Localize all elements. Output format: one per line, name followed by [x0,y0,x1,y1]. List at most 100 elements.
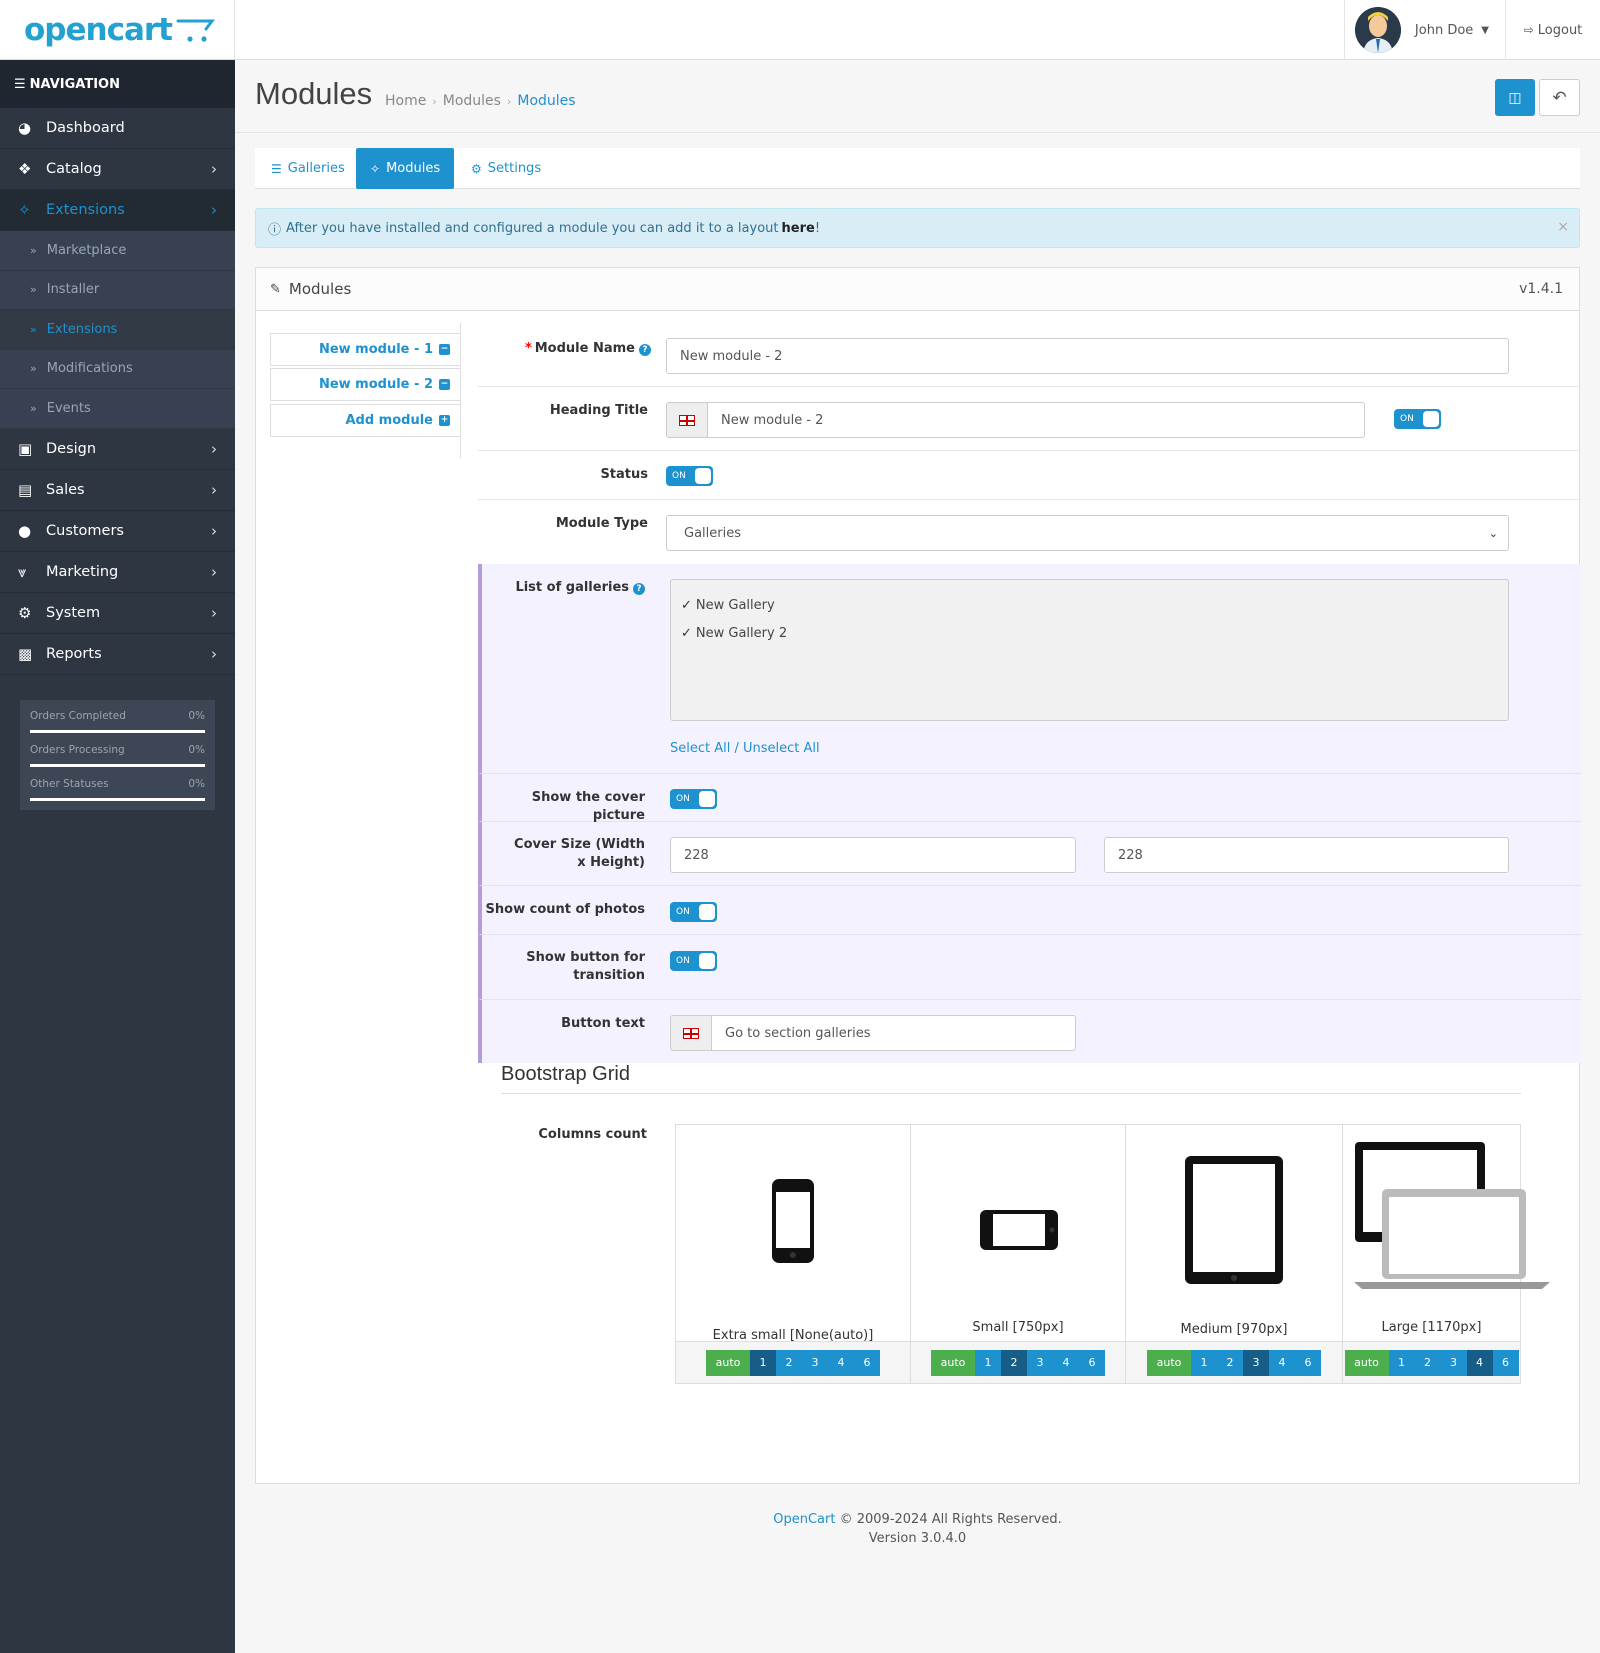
module-type-select[interactable]: Galleries ⌄ [666,515,1509,551]
tab-settings[interactable]: ⚙ Settings [457,148,555,189]
sidebar-subitem-extensions[interactable]: » Extensions [0,310,235,350]
sign-out-icon: ⇨ [1523,23,1534,37]
cover-height-input[interactable]: 228 [1104,837,1509,873]
col-btn-3[interactable]: 3 [802,1349,828,1376]
heading-title-toggle[interactable]: ON [1394,409,1441,429]
chevron-right-icon: › [211,201,217,219]
sidebar-item-sales[interactable]: ▤ Sales › [0,470,235,511]
sidebar-subitem-marketplace[interactable]: » Marketplace [0,231,235,271]
col-btn-auto[interactable]: auto [706,1349,750,1376]
add-module-button[interactable]: Add module + [270,404,460,437]
column-selector: auto 1 2 3 4 6 [676,1341,910,1383]
transition-toggle[interactable]: ON [670,951,717,971]
help-icon: ? [639,344,651,356]
puzzle-icon: ✧ [18,201,31,219]
col-btn-2[interactable]: 2 [1001,1349,1027,1376]
col-btn-3[interactable]: 3 [1440,1349,1467,1376]
col-btn-4[interactable]: 4 [1466,1349,1493,1376]
double-chevron-icon: » [30,243,37,257]
back-button[interactable]: ↶ [1539,79,1580,116]
breadcrumb-modules[interactable]: Modules [443,93,501,109]
logout-link[interactable]: ⇨ Logout [1506,0,1600,60]
button-text-input[interactable]: Go to section galleries [711,1015,1076,1051]
col-btn-auto[interactable]: auto [931,1349,975,1376]
sidebar-item-marketing[interactable]: ⩔ Marketing › [0,552,235,593]
opencart-logo[interactable]: opencart [0,0,235,60]
col-btn-6[interactable]: 6 [854,1349,880,1376]
module-tab-1[interactable]: New module - 1− [270,333,460,366]
galleries-row: List of galleries? ✓ New Gallery ✓ New Gal… [478,564,1581,774]
page-title: Modules [255,76,373,111]
sidebar-subitem-modifications[interactable]: » Modifications [0,349,235,389]
device-large: Large [1170px] auto 1 2 3 4 6 [1343,1125,1550,1383]
minus-icon[interactable]: − [439,344,450,355]
col-btn-1[interactable]: 1 [975,1349,1001,1376]
tab-modules[interactable]: ✧ Modules [356,148,455,189]
galleries-list: ✓ New Gallery ✓ New Gallery 2 [670,579,1509,721]
col-btn-4[interactable]: 4 [828,1349,854,1376]
chevron-right-icon: › [211,439,217,458]
cart-logo-icon [176,19,215,42]
sidebar-subitem-installer[interactable]: » Installer [0,270,235,310]
sidebar-item-system[interactable]: ⚙ System › [0,593,235,634]
cover-width-input[interactable]: 228 [670,837,1076,873]
col-btn-6[interactable]: 6 [1295,1349,1321,1376]
col-btn-2[interactable]: 2 [776,1349,802,1376]
sidebar-item-customers[interactable]: ● Customers › [0,511,235,552]
tab-galleries[interactable]: ☰ Galleries [257,148,359,189]
col-btn-2[interactable]: 2 [1217,1349,1243,1376]
progress-bar [30,730,205,733]
phone-landscape-icon [980,1210,1058,1250]
button-text-row: Button text Go to section galleries [478,1000,1581,1063]
select-all-link[interactable]: Select All [670,741,730,756]
sidebar-item-catalog[interactable]: ❖ Catalog › [0,149,235,190]
minus-icon[interactable]: − [439,379,450,390]
module-tab-2[interactable]: New module - 2− [270,368,460,401]
col-btn-6[interactable]: 6 [1079,1349,1105,1376]
cover-size-row: Cover Size (Width x Height) 228 228 [478,822,1581,886]
col-btn-4[interactable]: 4 [1053,1349,1079,1376]
breadcrumb-current[interactable]: Modules [517,93,575,109]
breadcrumb-home[interactable]: Home [385,93,426,109]
heading-title-input[interactable]: New module - 2 [707,402,1365,438]
opencart-link[interactable]: OpenCart [773,1512,835,1527]
device-medium: Medium [970px] auto 1 2 3 4 6 [1126,1125,1343,1383]
col-btn-3[interactable]: 3 [1027,1349,1053,1376]
pencil-icon: ✎ [270,281,281,297]
sidebar-subitem-events[interactable]: » Events [0,389,235,429]
version-text: Version 3.0.4.0 [868,1531,967,1546]
sidebar-item-dashboard[interactable]: ◕ Dashboard [0,108,235,149]
share-icon: ⩔ [18,562,27,581]
user-menu[interactable]: John Doe ▼ [1343,0,1506,60]
col-btn-2[interactable]: 2 [1414,1349,1441,1376]
col-btn-3[interactable]: 3 [1243,1349,1269,1376]
sidebar-item-extensions[interactable]: ✧ Extensions › [0,190,235,231]
col-btn-auto[interactable]: auto [1344,1349,1389,1376]
module-tabs: New module - 1− New module - 2− Add modu… [270,323,461,458]
close-icon[interactable]: × [1557,219,1569,235]
col-btn-auto[interactable]: auto [1147,1349,1191,1376]
col-btn-6[interactable]: 6 [1492,1349,1519,1376]
device-caption: Medium [970px] [1180,1322,1288,1337]
heading-title-row: Heading Title New module - 2 ON [478,387,1581,451]
gallery-checkbox-1[interactable]: ✓ New Gallery [681,598,775,613]
panel-heading: ✎ Modules v1.4.1 [256,268,1579,311]
alert-link[interactable]: here [782,221,815,236]
user-name: John Doe [1414,22,1474,38]
sidebar-item-design[interactable]: ▣ Design › [0,429,235,470]
sidebar-item-reports[interactable]: ▩ Reports › [0,634,235,675]
device-columns-table: Extra small [None(auto)] auto 1 2 3 4 6 … [675,1124,1550,1384]
col-btn-1[interactable]: 1 [1388,1349,1415,1376]
module-name-input[interactable]: New module - 2 [666,338,1509,374]
device-caption: Large [1170px] [1381,1320,1482,1335]
col-btn-1[interactable]: 1 [750,1349,776,1376]
save-button[interactable]: ◫ [1495,79,1535,116]
gallery-checkbox-2[interactable]: ✓ New Gallery 2 [681,626,787,641]
col-btn-4[interactable]: 4 [1269,1349,1295,1376]
count-toggle[interactable]: ON [670,902,717,922]
chevron-right-icon: › [211,644,217,663]
col-btn-1[interactable]: 1 [1191,1349,1217,1376]
cover-picture-toggle[interactable]: ON [670,789,717,809]
status-toggle[interactable]: ON [666,466,713,486]
unselect-all-link[interactable]: Unselect All [743,741,820,756]
